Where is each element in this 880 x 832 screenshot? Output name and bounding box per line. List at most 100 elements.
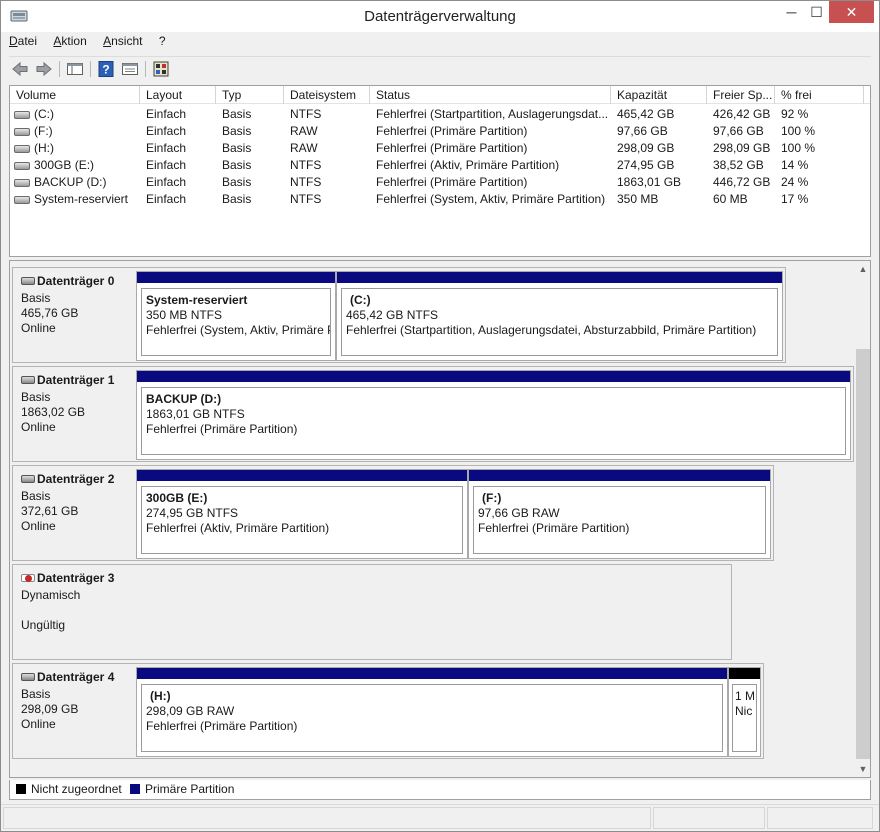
cell-volume: System-reserviert (14, 191, 140, 208)
volume-drive-icon (14, 162, 30, 170)
partition-size: 1 M (735, 689, 756, 703)
table-row[interactable]: (F:) Einfach Basis RAW Fehlerfrei (Primäre P… (10, 123, 870, 140)
hard-disk-icon (21, 277, 35, 285)
help-icon[interactable]: ? (97, 60, 115, 78)
disk-state: Ungültig (21, 618, 66, 632)
partition-300gb-e[interactable]: 300GB (E:) 274,95 GB NTFS Fehlerfrei (Ak… (136, 469, 468, 559)
cell-text: Fehlerfrei (Aktiv, Primäre Partition) (376, 158, 560, 172)
table-row[interactable]: System-reserviert Einfach Basis NTFS Fehlerf… (10, 191, 870, 208)
menu-datei[interactable]: Datei (9, 34, 37, 48)
cell-text: 100 % (781, 124, 816, 138)
menu-aktion[interactable]: Aktion (53, 34, 86, 48)
partition-f[interactable]: (F:) 97,66 GB RAW Fehlerfrei (Primäre Pa… (468, 469, 771, 559)
show-hide-console-tree-icon[interactable] (66, 60, 84, 78)
cell-typ: Basis (222, 157, 284, 174)
hard-disk-icon (21, 673, 35, 681)
vertical-scrollbar[interactable]: ▲ ▼ (855, 261, 870, 777)
cell-text: Einfach (146, 141, 187, 155)
column-header-typ[interactable]: Typ (216, 86, 284, 104)
cell-text: Einfach (146, 107, 187, 121)
disk-management-window: Datenträgerverwaltung ─ ☐ ✕ Datei Aktion… (0, 0, 880, 832)
disk-name: Datenträger 3 (37, 571, 115, 585)
column-header-dateisystem[interactable]: Dateisystem (284, 86, 370, 104)
table-row[interactable]: (C:) Einfach Basis NTFS Fehlerfrei (Startpar… (10, 106, 870, 123)
cell-text: Basis (222, 141, 252, 155)
maximize-button[interactable]: ☐ (804, 1, 829, 23)
partition-size: 274,95 GB NTFS (146, 506, 239, 520)
svg-text:?: ? (102, 63, 109, 77)
cell-text: 92 % (781, 107, 809, 121)
cell-kapazitaet: 97,66 GB (617, 123, 707, 140)
partition-unallocated[interactable]: 1 M Nic (728, 667, 761, 757)
cell-freier-speicher: 426,42 GB (713, 106, 775, 123)
cell-typ: Basis (222, 191, 284, 208)
back-arrow-icon[interactable] (11, 60, 29, 78)
scroll-down-icon[interactable]: ▼ (855, 761, 870, 777)
disk-4-info[interactable]: Datenträger 4 Basis 298,09 GB Online (12, 663, 136, 759)
disk-2-info[interactable]: Datenträger 2 Basis 372,61 GB Online (12, 465, 136, 561)
cell-prozent-frei: 14 % (781, 157, 861, 174)
minimize-button[interactable]: ─ (779, 1, 804, 23)
column-header-status[interactable]: Status (370, 86, 611, 104)
properties-icon[interactable] (121, 60, 139, 78)
cell-text: 100 % (781, 141, 816, 155)
partition-name: (C:) (350, 293, 371, 307)
cell-dateisystem: NTFS (290, 174, 370, 191)
volume-drive-icon (14, 179, 30, 187)
disk-0-info[interactable]: Datenträger 0 Basis 465,76 GB Online (12, 267, 136, 363)
partition-status: Fehlerfrei (Startpartition, Auslagerungs… (346, 323, 757, 337)
cell-text: Basis (222, 192, 252, 206)
cell-freier-speicher: 60 MB (713, 191, 775, 208)
partition-status: Nic (735, 704, 753, 718)
partition-name: System-reserviert (146, 293, 248, 307)
cell-layout: Einfach (146, 174, 216, 191)
column-header-volume[interactable]: Volume (10, 86, 140, 104)
partition-backup-d[interactable]: BACKUP (D:) 1863,01 GB NTFS Fehlerfrei (… (136, 370, 851, 460)
disk-state: Online (21, 321, 56, 335)
cell-text: (F:) (34, 124, 53, 138)
cell-prozent-frei: 24 % (781, 174, 861, 191)
partition-c[interactable]: (C:) 465,42 GB NTFS Fehlerfrei (Startpar… (336, 271, 783, 361)
partition-h[interactable]: (H:) 298,09 GB RAW Fehlerfrei (Primäre P… (136, 667, 728, 757)
disk-type: Basis (21, 489, 51, 503)
partition-size: 298,09 GB RAW (146, 704, 235, 718)
disk-settings-icon[interactable] (152, 60, 170, 78)
cell-kapazitaet: 465,42 GB (617, 106, 707, 123)
disk-3-info[interactable]: Datenträger 3 Dynamisch Ungültig (12, 564, 136, 660)
forward-arrow-icon[interactable] (35, 60, 53, 78)
primary-partition-bar (469, 470, 770, 481)
cell-text: Basis (222, 107, 252, 121)
scrollbar-thumb[interactable] (856, 349, 870, 759)
disk-2-partitions: 300GB (E:) 274,95 GB NTFS Fehlerfrei (Ak… (136, 465, 774, 561)
cell-volume: (F:) (14, 123, 140, 140)
toolbar-separator (145, 61, 146, 77)
menu-ansicht[interactable]: Ansicht (103, 34, 142, 48)
cell-dateisystem: NTFS (290, 157, 370, 174)
cell-freier-speicher: 446,72 GB (713, 174, 775, 191)
column-header-freier-speicher[interactable]: Freier Sp... (707, 86, 775, 104)
disk-graphical-view: Datenträger 0 Basis 465,76 GB Online Sys… (9, 260, 871, 778)
disk-type: Basis (21, 291, 51, 305)
cell-kapazitaet: 298,09 GB (617, 140, 707, 157)
table-row[interactable]: BACKUP (D:) Einfach Basis NTFS Fehlerfrei (P… (10, 174, 870, 191)
scroll-up-icon[interactable]: ▲ (855, 261, 870, 277)
toolbar-separator (90, 61, 91, 77)
column-header-layout[interactable]: Layout (140, 86, 216, 104)
menu-help[interactable]: ? (159, 34, 166, 48)
cell-status: Fehlerfrei (Primäre Partition) (376, 174, 611, 191)
disk-name: Datenträger 2 (37, 472, 115, 486)
status-bar-segment (3, 807, 651, 829)
cell-text: 60 MB (713, 192, 748, 206)
disk-1-info[interactable]: Datenträger 1 Basis 1863,02 GB Online (12, 366, 136, 462)
hard-disk-icon (21, 475, 35, 483)
table-row[interactable]: 300GB (E:) Einfach Basis NTFS Fehlerfrei (Ak… (10, 157, 870, 174)
status-bar (1, 804, 879, 831)
column-header-prozent-frei[interactable]: % frei (775, 86, 864, 104)
column-header-kapazitaet[interactable]: Kapazität (611, 86, 707, 104)
close-button[interactable]: ✕ (829, 1, 874, 23)
disk-4-partitions: (H:) 298,09 GB RAW Fehlerfrei (Primäre P… (136, 663, 764, 759)
unallocated-bar (729, 668, 760, 679)
partition-system-reserved[interactable]: System-reserviert 350 MB NTFS Fehlerfrei… (136, 271, 336, 361)
table-row[interactable]: (H:) Einfach Basis RAW Fehlerfrei (Primäre P… (10, 140, 870, 157)
cell-text: 24 % (781, 175, 809, 189)
